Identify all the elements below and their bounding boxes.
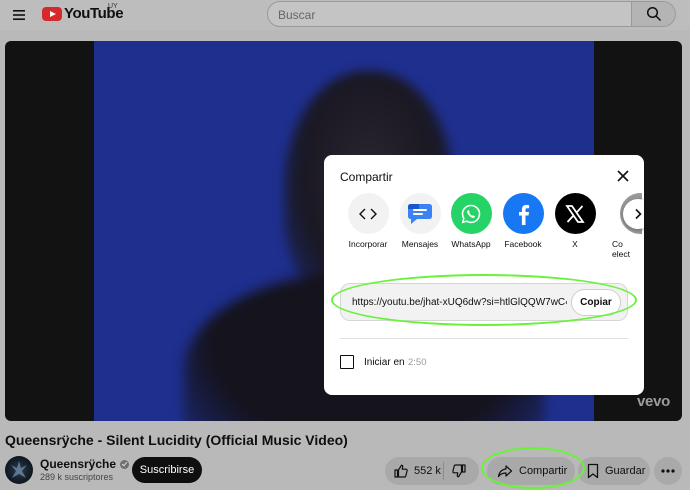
share-target-label: WhatsApp xyxy=(451,239,491,249)
bookmark-icon xyxy=(587,463,599,479)
subscribe-button[interactable]: Suscribirse xyxy=(132,457,202,483)
share-label: Compartir xyxy=(519,465,568,477)
whatsapp-icon xyxy=(450,193,492,234)
share-target-label: X xyxy=(572,239,578,249)
thumbs-up-icon xyxy=(394,464,408,478)
search-input[interactable] xyxy=(278,7,618,23)
share-target-whatsapp[interactable]: WhatsApp xyxy=(441,193,501,250)
share-dialog-title: Compartir xyxy=(340,170,393,184)
share-url[interactable]: https://youtu.be/jhat-xUQ6dw?si=htlGlQQW… xyxy=(352,297,567,308)
top-bar: YouTube UY xyxy=(0,0,690,30)
share-target-label-line2: elect xyxy=(612,248,630,259)
subscriber-count: 289 k suscriptores xyxy=(40,472,114,482)
like-count: 552 k xyxy=(414,465,441,477)
share-url-box: https://youtu.be/jhat-xUQ6dw?si=htlGlQQW… xyxy=(340,283,628,321)
country-code: UY xyxy=(108,3,118,10)
like-divider xyxy=(443,462,444,480)
save-label: Guardar xyxy=(605,465,646,477)
youtube-play-icon xyxy=(42,6,62,21)
verified-badge-icon xyxy=(120,459,130,469)
hamburger-menu-icon[interactable] xyxy=(8,4,30,26)
dislike-button[interactable] xyxy=(451,462,471,480)
share-target-x[interactable]: X xyxy=(545,193,605,250)
share-target-label: Co elect xyxy=(612,239,642,260)
start-at-label: Iniciar en xyxy=(364,357,405,368)
close-icon xyxy=(617,170,629,182)
share-targets: Incorporar Mensajes WhatsApp Facebook X xyxy=(338,193,644,273)
channel-avatar[interactable] xyxy=(5,456,33,484)
google-messages-icon xyxy=(399,193,441,234)
share-arrow-icon xyxy=(497,465,513,478)
share-button[interactable]: Compartir xyxy=(487,457,575,485)
share-target-facebook[interactable]: Facebook xyxy=(493,193,553,250)
more-horizontal-icon xyxy=(661,469,675,473)
share-dialog: Compartir Incorporar Mensajes WhatsApp F… xyxy=(324,155,644,395)
dialog-divider xyxy=(340,338,628,339)
share-target-label: Facebook xyxy=(504,239,542,249)
search-button[interactable] xyxy=(632,1,676,27)
video-title: Queensrÿche - Silent Lucidity (Official … xyxy=(5,432,348,448)
share-target-label: Incorporar xyxy=(348,239,388,249)
facebook-icon xyxy=(502,193,544,234)
start-at-checkbox[interactable] xyxy=(340,355,354,369)
close-button[interactable] xyxy=(613,166,633,186)
search-icon xyxy=(646,6,661,22)
x-logo-icon xyxy=(554,193,596,234)
copy-button[interactable]: Copiar xyxy=(571,289,621,316)
thumbs-down-icon xyxy=(452,464,466,478)
search-box xyxy=(267,1,632,27)
like-dislike-group: 552 k xyxy=(385,457,479,485)
chevron-right-icon xyxy=(635,208,642,220)
vevo-watermark: vevo xyxy=(637,393,670,410)
more-options-button[interactable] xyxy=(654,457,682,485)
start-at-time[interactable]: 2:50 xyxy=(408,357,427,368)
embed-code-icon xyxy=(347,193,389,234)
save-button[interactable]: Guardar xyxy=(578,457,650,485)
share-target-embed[interactable]: Incorporar xyxy=(338,193,398,250)
channel-name[interactable]: Queensrÿche xyxy=(40,457,116,471)
like-button[interactable]: 552 k xyxy=(385,457,443,485)
channel-name-row[interactable]: Queensrÿche xyxy=(40,457,130,471)
